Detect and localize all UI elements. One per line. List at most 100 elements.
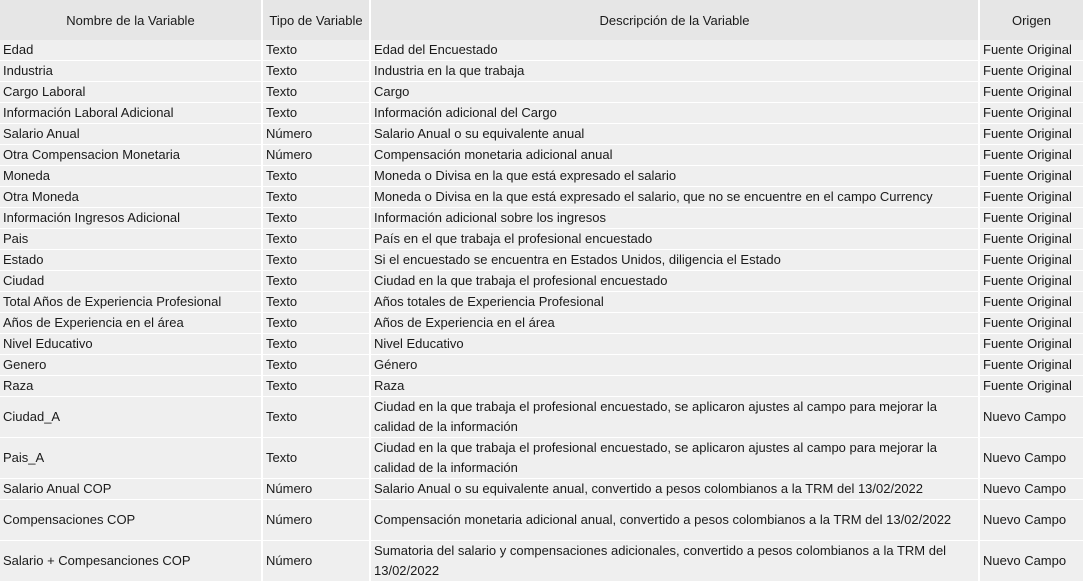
cell-name: Moneda [0,165,263,187]
cell-type: Texto [262,165,371,187]
cell-description: Edad del Encuestado [370,40,980,61]
cell-type: Texto [262,60,371,82]
cell-origin: Fuente Original [979,333,1083,355]
table-row: Información Laboral Adicional Texto Inform… [0,102,1083,124]
table-row: Compensaciones COP Número Compensación mon… [0,499,1083,541]
table-row: Moneda Texto Moneda o Divisa en la que est… [0,165,1083,187]
cell-type: Texto [262,102,371,124]
table-row: Información Ingresos Adicional Texto Infor… [0,207,1083,229]
cell-type: Número [262,499,371,541]
table-row: Raza Texto Raza Fuente Original [0,375,1083,397]
cell-type: Texto [262,312,371,334]
table-row: Pais_A Texto Ciudad en la que trabaja el p… [0,437,1083,479]
cell-name: Otra Moneda [0,186,263,208]
cell-name: Genero [0,354,263,376]
cell-type: Número [262,540,371,582]
cell-type: Texto [262,186,371,208]
cell-description: Nivel Educativo [370,333,980,355]
cell-description: Compensación monetaria adicional anual, … [370,499,980,541]
table-row: Años de Experiencia en el área Texto Años … [0,312,1083,334]
cell-description: Raza [370,375,980,397]
cell-name: Información Ingresos Adicional [0,207,263,229]
table-row: Genero Texto Género Fuente Original [0,354,1083,376]
cell-description: Moneda o Divisa en la que está expresado… [370,165,980,187]
cell-type: Texto [262,40,371,61]
cell-name: Años de Experiencia en el área [0,312,263,334]
table-row: Pais Texto País en el que trabaja el profe… [0,228,1083,250]
cell-type: Texto [262,333,371,355]
cell-name: Compensaciones COP [0,499,263,541]
cell-type: Texto [262,354,371,376]
cell-origin: Fuente Original [979,165,1083,187]
table-row: Ciudad_A Texto Ciudad en la que trabaja el… [0,396,1083,438]
cell-type: Texto [262,81,371,103]
cell-name: Estado [0,249,263,271]
cell-type: Texto [262,249,371,271]
table-row: Nivel Educativo Texto Nivel Educativo Fuent… [0,333,1083,355]
cell-name: Ciudad_A [0,396,263,438]
cell-type: Texto [262,207,371,229]
cell-type: Número [262,144,371,166]
cell-description: Información adicional del Cargo [370,102,980,124]
header-type: Tipo de Variable [262,0,371,40]
variables-table: Nombre de la Variable Tipo de Variable D… [0,0,1083,582]
cell-name: Pais [0,228,263,250]
cell-name: Ciudad [0,270,263,292]
cell-type: Texto [262,437,371,479]
cell-name: Cargo Laboral [0,81,263,103]
cell-description: Género [370,354,980,376]
cell-origin: Fuente Original [979,249,1083,271]
cell-type: Texto [262,228,371,250]
cell-description: Ciudad en la que trabaja el profesional … [370,437,980,479]
cell-description: Salario Anual o su equivalente anual, co… [370,478,980,500]
cell-origin: Nuevo Campo [979,499,1083,541]
cell-name: Raza [0,375,263,397]
cell-description: Compensación monetaria adicional anual [370,144,980,166]
cell-origin: Fuente Original [979,312,1083,334]
header-origin: Origen [979,0,1083,40]
cell-origin: Fuente Original [979,291,1083,313]
cell-type: Texto [262,291,371,313]
cell-origin: Nuevo Campo [979,437,1083,479]
cell-name: Salario + Compesanciones COP [0,540,263,582]
table-row: Total Años de Experiencia Profesional Tex… [0,291,1083,313]
cell-origin: Fuente Original [979,207,1083,229]
cell-description: Industria en la que trabaja [370,60,980,82]
cell-origin: Fuente Original [979,228,1083,250]
cell-description: País en el que trabaja el profesional en… [370,228,980,250]
cell-type: Texto [262,375,371,397]
header-description: Descripción de la Variable [370,0,980,40]
cell-name: Total Años de Experiencia Profesional [0,291,263,313]
cell-origin: Fuente Original [979,354,1083,376]
cell-origin: Nuevo Campo [979,540,1083,582]
cell-origin: Fuente Original [979,186,1083,208]
cell-description: Años totales de Experiencia Profesional [370,291,980,313]
cell-type: Texto [262,396,371,438]
cell-origin: Fuente Original [979,144,1083,166]
cell-description: Años de Experiencia en el área [370,312,980,334]
cell-origin: Fuente Original [979,40,1083,61]
cell-description: Salario Anual o su equivalente anual [370,123,980,145]
cell-type: Número [262,478,371,500]
table-row: Industria Texto Industria en la que trabaj… [0,60,1083,82]
cell-description: Moneda o Divisa en la que está expresado… [370,186,980,208]
cell-origin: Fuente Original [979,81,1083,103]
header-row: Nombre de la Variable Tipo de Variable D… [0,0,1083,40]
cell-description: Ciudad en la que trabaja el profesional … [370,270,980,292]
header-name: Nombre de la Variable [0,0,263,40]
cell-origin: Fuente Original [979,102,1083,124]
cell-description: Si el encuestado se encuentra en Estados… [370,249,980,271]
cell-origin: Fuente Original [979,375,1083,397]
cell-name: Salario Anual [0,123,263,145]
table-row: Estado Texto Si el encuestado se encuentra… [0,249,1083,271]
cell-origin: Nuevo Campo [979,478,1083,500]
cell-origin: Fuente Original [979,60,1083,82]
table-row: Salario Anual Número Salario Anual o su eq… [0,123,1083,145]
cell-name: Salario Anual COP [0,478,263,500]
cell-description: Información adicional sobre los ingresos [370,207,980,229]
table-row: Cargo Laboral Texto Cargo Fuente Original [0,81,1083,103]
cell-name: Edad [0,40,263,61]
cell-origin: Fuente Original [979,123,1083,145]
cell-type: Texto [262,270,371,292]
cell-description: Cargo [370,81,980,103]
